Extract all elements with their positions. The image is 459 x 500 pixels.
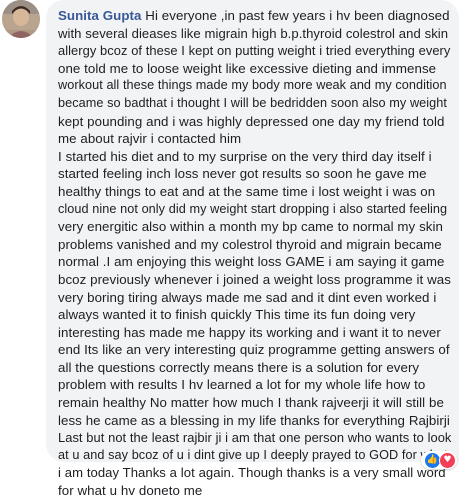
comment-line: Last but not the least rajbir ji i am th… [58, 430, 452, 446]
comment-line: Sunita Gupta Hi everyone ,in past few ye… [58, 7, 451, 25]
comment-line: always wanted it to finish quickly This … [58, 307, 416, 323]
comment-line: one told me to loose weight like excessi… [58, 60, 437, 76]
comment-line: normal .I am enjoying this weight loss G… [58, 254, 445, 270]
comment-line: with several dieases like migrain high b… [58, 25, 449, 41]
comment-line: end Its like an very interesting quiz pr… [58, 342, 450, 358]
author-name-link[interactable]: Sunita Gupta [58, 8, 141, 23]
comment-line: workout all these things made my body mo… [58, 78, 447, 93]
comment-line: i am today Thanks a lot again. Though th… [58, 465, 446, 481]
comment-line: cloud nine not only did my weight start … [58, 201, 448, 216]
comment-line: for what u hv doneto me [58, 483, 203, 499]
comment-line: me about rajvir i contacted him [58, 131, 242, 147]
avatar[interactable] [2, 0, 40, 38]
comment-line: started feeling inch loss never got resu… [58, 166, 427, 182]
comment-line: less he came as a blessing in my life th… [58, 412, 450, 428]
comment-line: I started his diet and to my surprise on… [58, 148, 432, 164]
comment-line: very energitic also within a month my bp… [58, 219, 443, 235]
reaction-summary[interactable]: 👍 ♥ [421, 451, 457, 469]
heart-icon: ♥ [439, 451, 456, 469]
comment-line: became so badthat i thought I will be be… [58, 95, 447, 110]
comment-line: problems vanished and my colestrol thyro… [58, 236, 442, 252]
comment-line: kept pounding and i was highly depressed… [58, 113, 445, 129]
comment: Sunita Gupta Hi everyone ,in past few ye… [0, 0, 459, 498]
comment-line: remain healthy No matter how much I than… [58, 395, 444, 411]
comment-line: very boring tiring always made me sad an… [58, 289, 437, 305]
comment-line: allergy bcoz of these I kept on putting … [58, 43, 451, 59]
comment-line: interesting has made me happy its workin… [58, 324, 441, 340]
comment-text: Sunita Gupta Hi everyone ,in past few ye… [58, 7, 451, 500]
comment-line: healthy things to eat and at the same ti… [58, 183, 436, 199]
avatar-photo [2, 0, 40, 38]
comment-line: all the questions correctly means there … [58, 359, 420, 375]
comment-line: bcoz previously whenever i joined a weig… [58, 271, 451, 287]
comment-line: problem with results I hv learned a lot … [58, 377, 426, 393]
comment-bubble: Sunita Gupta Hi everyone ,in past few ye… [46, 0, 459, 498]
comment-line-text: Hi everyone ,in past few years i hv been… [145, 8, 450, 23]
